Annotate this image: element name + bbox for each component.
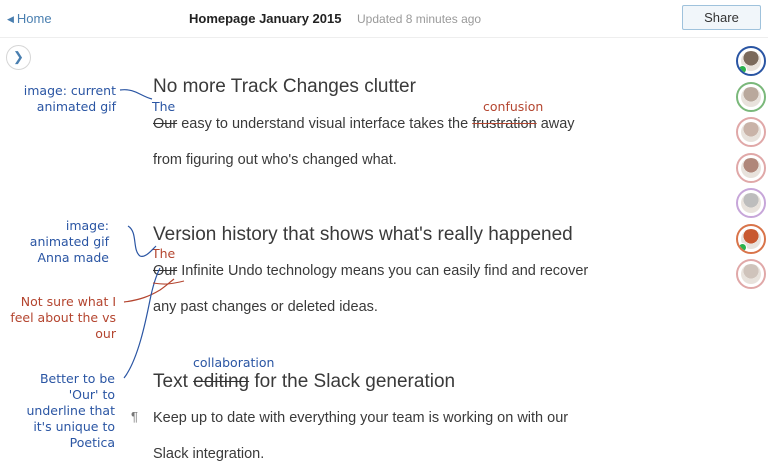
avatar-photo [741,193,761,213]
note-line: Poetica [69,435,115,450]
chevron-right-icon: ❯ [13,49,24,64]
avatar-photo [741,264,761,284]
section-2-line-1: Our Infinite Undo technology means you c… [153,263,588,279]
struck-our-1: Our [153,116,178,132]
note-line: feel about the vs [10,310,116,325]
section-3-line-1: Keep up to date with everything your tea… [153,410,569,426]
note-1-connector [119,89,153,100]
caret-under-our [152,280,185,285]
sidebar-toggle-button[interactable]: ❯ [6,45,31,70]
text-run: Text [153,371,194,392]
text-run: away [536,116,575,132]
note-line: image: [65,218,109,233]
inserted-collaboration: collaboration [193,355,275,370]
section-1-line-1: Our easy to understand visual interface … [153,116,575,132]
note-line: Better to be [39,371,115,386]
collaborator-avatar-6[interactable] [736,223,766,254]
avatar-photo [741,122,761,142]
inserted-the-2: The [152,246,176,261]
section-2-line-2: any past changes or deleted ideas. [153,299,378,315]
text-run: Infinite Undo technology means you can e… [177,263,589,279]
note-line: animated gif [29,234,109,249]
note-line: it's unique to [33,419,115,434]
note-line: underline that [26,403,115,418]
online-status-icon [738,242,747,252]
back-triangle-icon: ◀ [7,14,14,24]
struck-our-2: Our [153,263,178,279]
margin-note-1: image: current animated gif [24,83,116,115]
collaborator-avatar-3[interactable] [736,117,766,147]
collaborator-avatar-1[interactable] [736,46,766,76]
note-line: 'Our' to [68,387,115,402]
note-line: Anna made [37,250,110,265]
pilcrow-icon: ¶ [131,409,138,424]
note-line: Not sure what I [20,294,116,309]
note-line: image: current [23,83,116,98]
margin-note-2: image: animated gif Anna made [30,218,109,266]
text-run: easy to understand visual interface take… [177,116,473,132]
note-line: our [95,326,116,341]
margin-note-3: Not sure what I feel about the vs our [10,294,116,342]
section-heading-2: Version history that shows what's really… [153,224,573,245]
note-4-connector [123,267,161,379]
collaborator-avatar-2[interactable] [736,81,766,112]
section-3-line-2: Slack integration. [153,446,265,462]
inserted-confusion: confusion [483,99,544,114]
margin-note-4: Better to be 'Our' to underline that it'… [26,371,115,451]
collaborator-avatar-7[interactable] [736,259,766,289]
section-1-line-2: from figuring out who's changed what. [153,152,397,168]
avatar-photo [741,157,761,178]
top-bar: ◀ Home Homepage January 2015 Updated 8 mi… [0,0,768,38]
document-title: Homepage January 2015 [189,11,342,26]
note-line: animated gif [36,99,116,114]
section-heading-3: Text editing for the Slack generation [153,371,455,393]
avatar-photo [741,86,761,107]
struck-frustration: frustration [472,116,537,132]
home-link[interactable]: ◀ Home [7,11,52,26]
share-button[interactable]: Share [682,5,761,30]
struck-editing: editing [193,371,250,392]
collaborator-avatar-4[interactable] [736,152,766,183]
collaborator-avatar-5[interactable] [736,188,766,218]
updated-timestamp: Updated 8 minutes ago [357,12,482,26]
section-heading-1: No more Track Changes clutter [153,76,416,97]
online-status-icon [738,65,747,74]
text-run: for the Slack generation [249,371,456,392]
inserted-the-1: The [152,99,176,114]
home-label: Home [16,11,52,26]
